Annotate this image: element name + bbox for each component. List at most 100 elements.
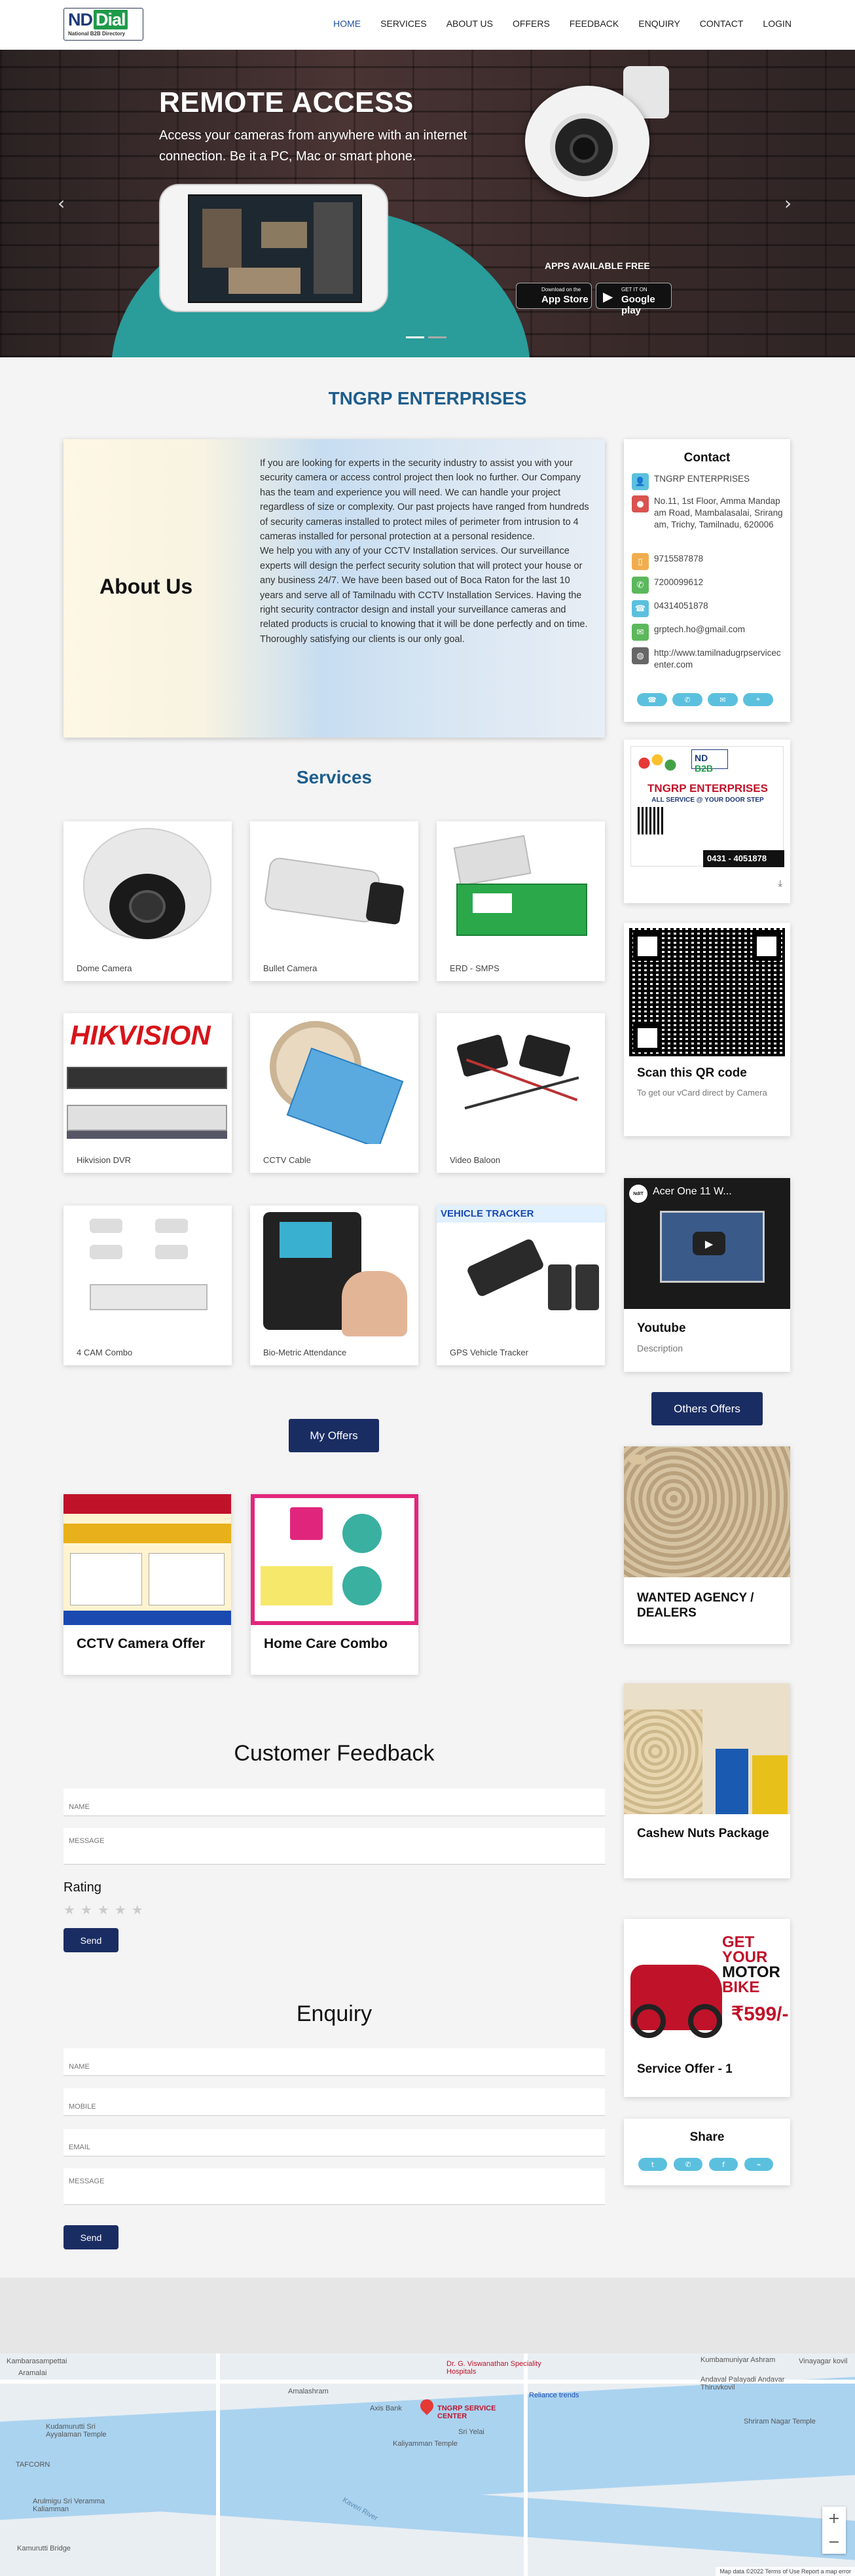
- home-care-flyer-image: [251, 1494, 418, 1625]
- service-card-video-baloon[interactable]: Video Baloon: [437, 1013, 605, 1173]
- contact-heading: Contact: [683, 451, 731, 465]
- video-balun-image: [437, 1013, 605, 1144]
- mobile-icon: ▯: [632, 553, 649, 570]
- qr-code-image: [629, 928, 785, 1056]
- hero-subtitle: Access your cameras from anywhere with a…: [159, 128, 467, 164]
- service-card-bullet-camera[interactable]: Bullet Camera: [250, 821, 418, 981]
- play-icon[interactable]: ▶: [693, 1232, 725, 1255]
- slide-indicator[interactable]: [428, 336, 446, 338]
- map-label: Kambarasampettai: [7, 2357, 67, 2365]
- offer-card-home-care-combo[interactable]: Home Care Combo: [251, 1494, 418, 1675]
- app-store-badge[interactable]: Download on the App Store: [516, 283, 592, 309]
- about-paragraph: If you are looking for experts in the se…: [260, 458, 589, 543]
- nd-dial-logo[interactable]: ND Dial National B2B Directory: [64, 8, 143, 41]
- about-paragraph: We help you with any of your CCTV Instal…: [260, 546, 588, 645]
- star-icon[interactable]: ★: [98, 1902, 109, 1918]
- about-section: About Us If you are looking for experts …: [64, 439, 605, 738]
- star-icon[interactable]: ★: [81, 1902, 92, 1918]
- enquiry-email-input[interactable]: [64, 2129, 605, 2156]
- prev-slide-arrow-icon[interactable]: ‹: [58, 192, 65, 214]
- offer-card-wanted-agency[interactable]: WANTED AGENCY / DEALERS: [624, 1446, 790, 1644]
- map-label: Arulmigu Sri Veramma Kaliamman: [33, 2497, 105, 2513]
- zoom-in-button[interactable]: +: [822, 2507, 846, 2530]
- feedback-name-input[interactable]: [64, 1789, 605, 1816]
- service-card-erd-smps[interactable]: ERD - SMPS: [437, 821, 605, 981]
- map-label: Kudamurutti Sri Ayyalaman Temple: [46, 2423, 107, 2439]
- offer-card-cctv-camera[interactable]: CCTV Camera Offer: [64, 1494, 231, 1675]
- service-label: GPS Vehicle Tracker: [450, 1348, 528, 1357]
- visiting-card[interactable]: ND B2B TNGRP ENTERPRISES ALL SERVICE @ Y…: [624, 740, 790, 903]
- my-offers-button[interactable]: My Offers: [289, 1419, 379, 1452]
- offer-card-cashew-nuts[interactable]: Cashew Nuts Package: [624, 1683, 790, 1878]
- star-icon[interactable]: ★: [115, 1902, 126, 1918]
- link-icon[interactable]: ⌁: [744, 2158, 773, 2171]
- service-card-4-cam-combo[interactable]: 4 CAM Combo: [64, 1206, 232, 1365]
- star-icon[interactable]: ★: [64, 1902, 75, 1918]
- map-label: Dr. G. Viswanathan Speciality Hospitals: [446, 2360, 541, 2376]
- enquiry-send-button[interactable]: Send: [64, 2225, 118, 2249]
- enquiry-message-input[interactable]: [64, 2168, 605, 2205]
- map-road: [216, 2353, 220, 2576]
- slide-indicator[interactable]: [406, 336, 424, 338]
- youtube-title: Youtube: [637, 1321, 686, 1335]
- whatsapp-button[interactable]: ✆: [672, 693, 702, 706]
- enquiry-name-input[interactable]: [64, 2048, 605, 2076]
- nav-feedback[interactable]: FEEDBACK: [570, 18, 619, 29]
- next-slide-arrow-icon[interactable]: ›: [784, 192, 791, 214]
- email-button[interactable]: ✉: [708, 693, 738, 706]
- hero-title: REMOTE ACCESS: [159, 86, 414, 118]
- nav-home[interactable]: HOME: [333, 18, 361, 29]
- service-card-gps-tracker[interactable]: VEHICLE TRACKER GPS Vehicle Tracker: [437, 1206, 605, 1365]
- location-button[interactable]: ⌖: [743, 693, 773, 706]
- nav-offers[interactable]: OFFERS: [513, 18, 550, 29]
- contact-name: 👤 TNGRP ENTERPRISES: [632, 473, 785, 490]
- cctv-offer-flyer-image: [64, 1494, 231, 1625]
- map-label: TAFCORN: [16, 2461, 50, 2469]
- google-map[interactable]: Kambarasampettai Aramalai Amalashram Axi…: [0, 2353, 855, 2576]
- whatsapp-icon: ✆: [632, 577, 649, 594]
- nav-contact[interactable]: CONTACT: [700, 18, 744, 29]
- zoom-out-button[interactable]: −: [822, 2530, 846, 2554]
- nav-enquiry[interactable]: ENQUIRY: [638, 18, 680, 29]
- contact-action-buttons: ☎ ✆ ✉ ⌖: [637, 693, 773, 706]
- contact-phone[interactable]: ☎ 04314051878: [632, 600, 785, 617]
- nav-login[interactable]: LOGIN: [763, 18, 791, 29]
- service-card-hikvision-dvr[interactable]: HIKVISION Hikvision DVR: [64, 1013, 232, 1173]
- service-card-cctv-cable[interactable]: CCTV Cable: [250, 1013, 418, 1173]
- contact-mobile[interactable]: ▯ 9715587878: [632, 553, 785, 570]
- services-heading: Services: [296, 767, 373, 787]
- nav-about-us[interactable]: ABOUT US: [446, 18, 493, 29]
- offer-card-service-offer-1[interactable]: GET YOUR MOTOR BIKE ₹599/- Service Offer…: [624, 1919, 790, 2097]
- twitter-icon[interactable]: t: [638, 2158, 667, 2171]
- contact-address: ● No.11, 1st Floor, Amma Mandapam Road, …: [632, 495, 785, 531]
- call-button[interactable]: ☎: [637, 693, 667, 706]
- google-play-badge[interactable]: ▶ GET IT ON Google play: [596, 283, 672, 316]
- map-label: Vinayagar kovil: [799, 2357, 848, 2365]
- download-icon[interactable]: ⤓: [778, 878, 782, 889]
- nav-services[interactable]: SERVICES: [380, 18, 427, 29]
- visiting-card-company: TNGRP ENTERPRISES: [647, 782, 768, 795]
- map-zoom-controls: + −: [822, 2507, 846, 2554]
- service-label: Video Baloon: [450, 1155, 501, 1165]
- contact-email[interactable]: ✉ grptech.ho@gmail.com: [632, 624, 785, 641]
- feedback-message-input[interactable]: [64, 1828, 605, 1865]
- visiting-card-phone: 0431 - 4051878: [703, 850, 784, 867]
- feedback-send-button[interactable]: Send: [64, 1928, 118, 1952]
- security-camera-image: [505, 66, 689, 217]
- whatsapp-icon[interactable]: ✆: [674, 2158, 702, 2171]
- service-card-biometric[interactable]: Bio-Metric Attendance: [250, 1206, 418, 1365]
- others-offers-button[interactable]: Others Offers: [651, 1392, 763, 1425]
- star-icon[interactable]: ★: [132, 1902, 143, 1918]
- about-heading: About Us: [100, 575, 193, 598]
- contact-whatsapp[interactable]: ✆ 7200099612: [632, 577, 785, 594]
- qr-title: Scan this QR code: [637, 1066, 747, 1080]
- enquiry-mobile-input[interactable]: [64, 2088, 605, 2116]
- app-store-big-text: App Store: [541, 294, 589, 305]
- bike-offer-line2: MOTOR: [722, 1963, 780, 1981]
- youtube-video-embed[interactable]: NdIT Acer One 11 W... ▶: [624, 1178, 790, 1309]
- facebook-icon[interactable]: f: [709, 2158, 738, 2171]
- service-label: CCTV Cable: [263, 1155, 311, 1165]
- contact-website[interactable]: ◍ http://www.tamilnadugrpservicecenter.c…: [632, 647, 785, 671]
- map-label: Kamurutti Bridge: [17, 2545, 71, 2552]
- service-card-dome-camera[interactable]: Dome Camera: [64, 821, 232, 981]
